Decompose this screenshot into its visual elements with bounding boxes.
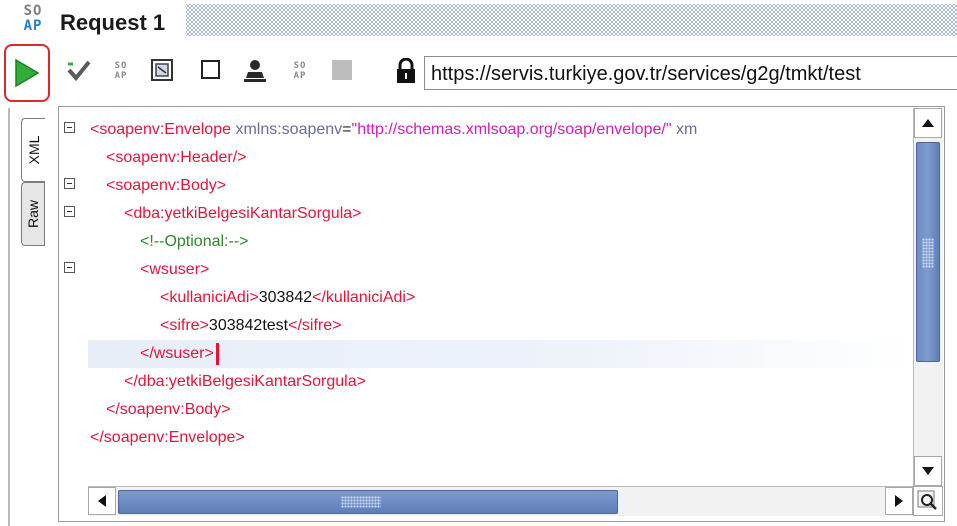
endpoint-url: https://servis.turkiye.gov.tr/services/g… [431,63,861,85]
xml-line-header: <soapenv:Header/> [106,144,913,172]
xml-attr: xm [671,121,698,138]
xml-tag: </wsuser> [140,345,214,362]
xml-tag: <soapenv:Envelope [90,121,231,138]
xml-tag: <soapenv:Body> [106,177,227,194]
xml-tag: </sifre> [288,317,342,334]
tab-raw[interactable]: Raw [21,182,45,246]
arrow-right-icon [895,495,903,507]
xml-tag: <kullaniciAdi> [160,289,259,306]
xml-tag: </dba:yetkiBelgesiKantarSorgula> [124,373,366,390]
user-icon [244,60,266,82]
horizontal-scrollbar[interactable] [88,486,913,516]
run-button-highlight [4,44,50,102]
title-bar-pattern[interactable] [186,4,957,36]
arrow-left-icon [98,495,106,507]
fold-gutter [60,108,86,486]
xml-editor[interactable]: <soapenv:Envelope xmlns:soapenv="http://… [88,108,913,486]
window-icon [151,59,173,81]
xml-line-wsuser: <wsuser> [140,256,913,284]
vertical-scroll-thumb[interactable] [916,142,940,362]
checkbox-toggle-button[interactable] [200,58,226,84]
xml-line-sifre: <sifre>303842test</sifre> [160,312,913,340]
soap-settings-icon[interactable]: SO AP [287,58,313,87]
horizontal-scroll-thumb[interactable] [118,490,618,514]
xml-line-wsuser-close: </wsuser> [88,340,913,368]
grip-icon [922,238,934,268]
xml-comment: <!--Optional:--> [140,233,249,250]
xml-attr: xmlns:soapenv [231,121,343,138]
scroll-left-button[interactable] [88,487,116,515]
title-bar: SO AP Request 1 [0,0,957,44]
xml-line-body-close: </soapenv:Body> [106,396,913,424]
stop-icon [332,60,352,80]
xml-text-value: 303842 [258,289,313,306]
window-title: Request 1 [60,10,166,35]
xml-line-envelope: <soapenv:Envelope xmlns:soapenv="http://… [90,116,913,144]
xml-line-body: <soapenv:Body> [106,172,913,200]
soap-logo-icon: SO AP [16,4,50,38]
secure-connection-button[interactable] [394,57,420,84]
fold-body-icon[interactable] [64,178,75,189]
xml-tag: <wsuser> [140,261,210,278]
fold-operation-icon[interactable] [64,206,75,217]
magnifier-icon [917,490,937,510]
fold-wsuser-icon[interactable] [64,262,75,273]
xml-tag: </kullaniciAdi> [312,289,416,306]
text-caret [215,342,219,365]
xml-line-comment: <!--Optional:--> [140,228,913,256]
checkbox-icon [201,60,220,79]
zoom-corner-button[interactable] [913,486,943,516]
xml-line-operation: <dba:yetkiBelgesiKantarSorgula> [124,200,913,228]
tab-xml[interactable]: XML [21,118,45,182]
xml-tag: <dba:yetkiBelgesiKantarSorgula> [124,205,362,222]
xml-line-operation-close: </dba:yetkiBelgesiKantarSorgula> [124,368,913,396]
arrow-down-icon [922,467,934,475]
xml-line-kullanici: <kullaniciAdi>303842</kullaniciAdi> [160,284,913,312]
soap-logo-top: SO [23,3,43,19]
editor-view-tabs: XML Raw [0,108,60,526]
lock-icon [397,57,415,83]
arrow-up-icon [922,119,934,127]
xml-tag: <soapenv:Header/> [106,149,247,166]
scroll-right-button[interactable] [885,487,913,515]
check-icon [67,60,91,82]
vertical-scrollbar[interactable] [913,108,943,486]
user-auth-button[interactable] [242,58,268,84]
validate-button[interactable] [66,58,92,84]
xml-line-envelope-close: </soapenv:Envelope> [90,424,913,452]
scroll-up-button[interactable] [914,108,942,138]
xml-tag: </soapenv:Body> [106,401,231,418]
fold-envelope-icon[interactable] [64,122,75,133]
soap-action-icon[interactable]: SO AP [108,58,134,87]
xml-attr-value: "http://schemas.xmlsoap.org/soap/envelop… [351,121,672,138]
grip-icon [341,496,381,508]
xml-tag: </soapenv:Envelope> [90,429,245,446]
tab-xml-label: XML [25,135,42,165]
tab-raw-label: Raw [25,199,41,229]
xml-tag: <sifre> [160,317,209,334]
endpoint-url-field[interactable]: https://servis.turkiye.gov.tr/services/g… [424,56,957,90]
xml-text-value: 303842test [208,317,289,334]
window-toggle-button[interactable] [150,58,176,84]
stop-button[interactable] [330,58,356,84]
soap-logo-bottom: AP [23,18,43,34]
xml-eq: = [342,121,352,138]
scroll-down-button[interactable] [914,456,942,486]
